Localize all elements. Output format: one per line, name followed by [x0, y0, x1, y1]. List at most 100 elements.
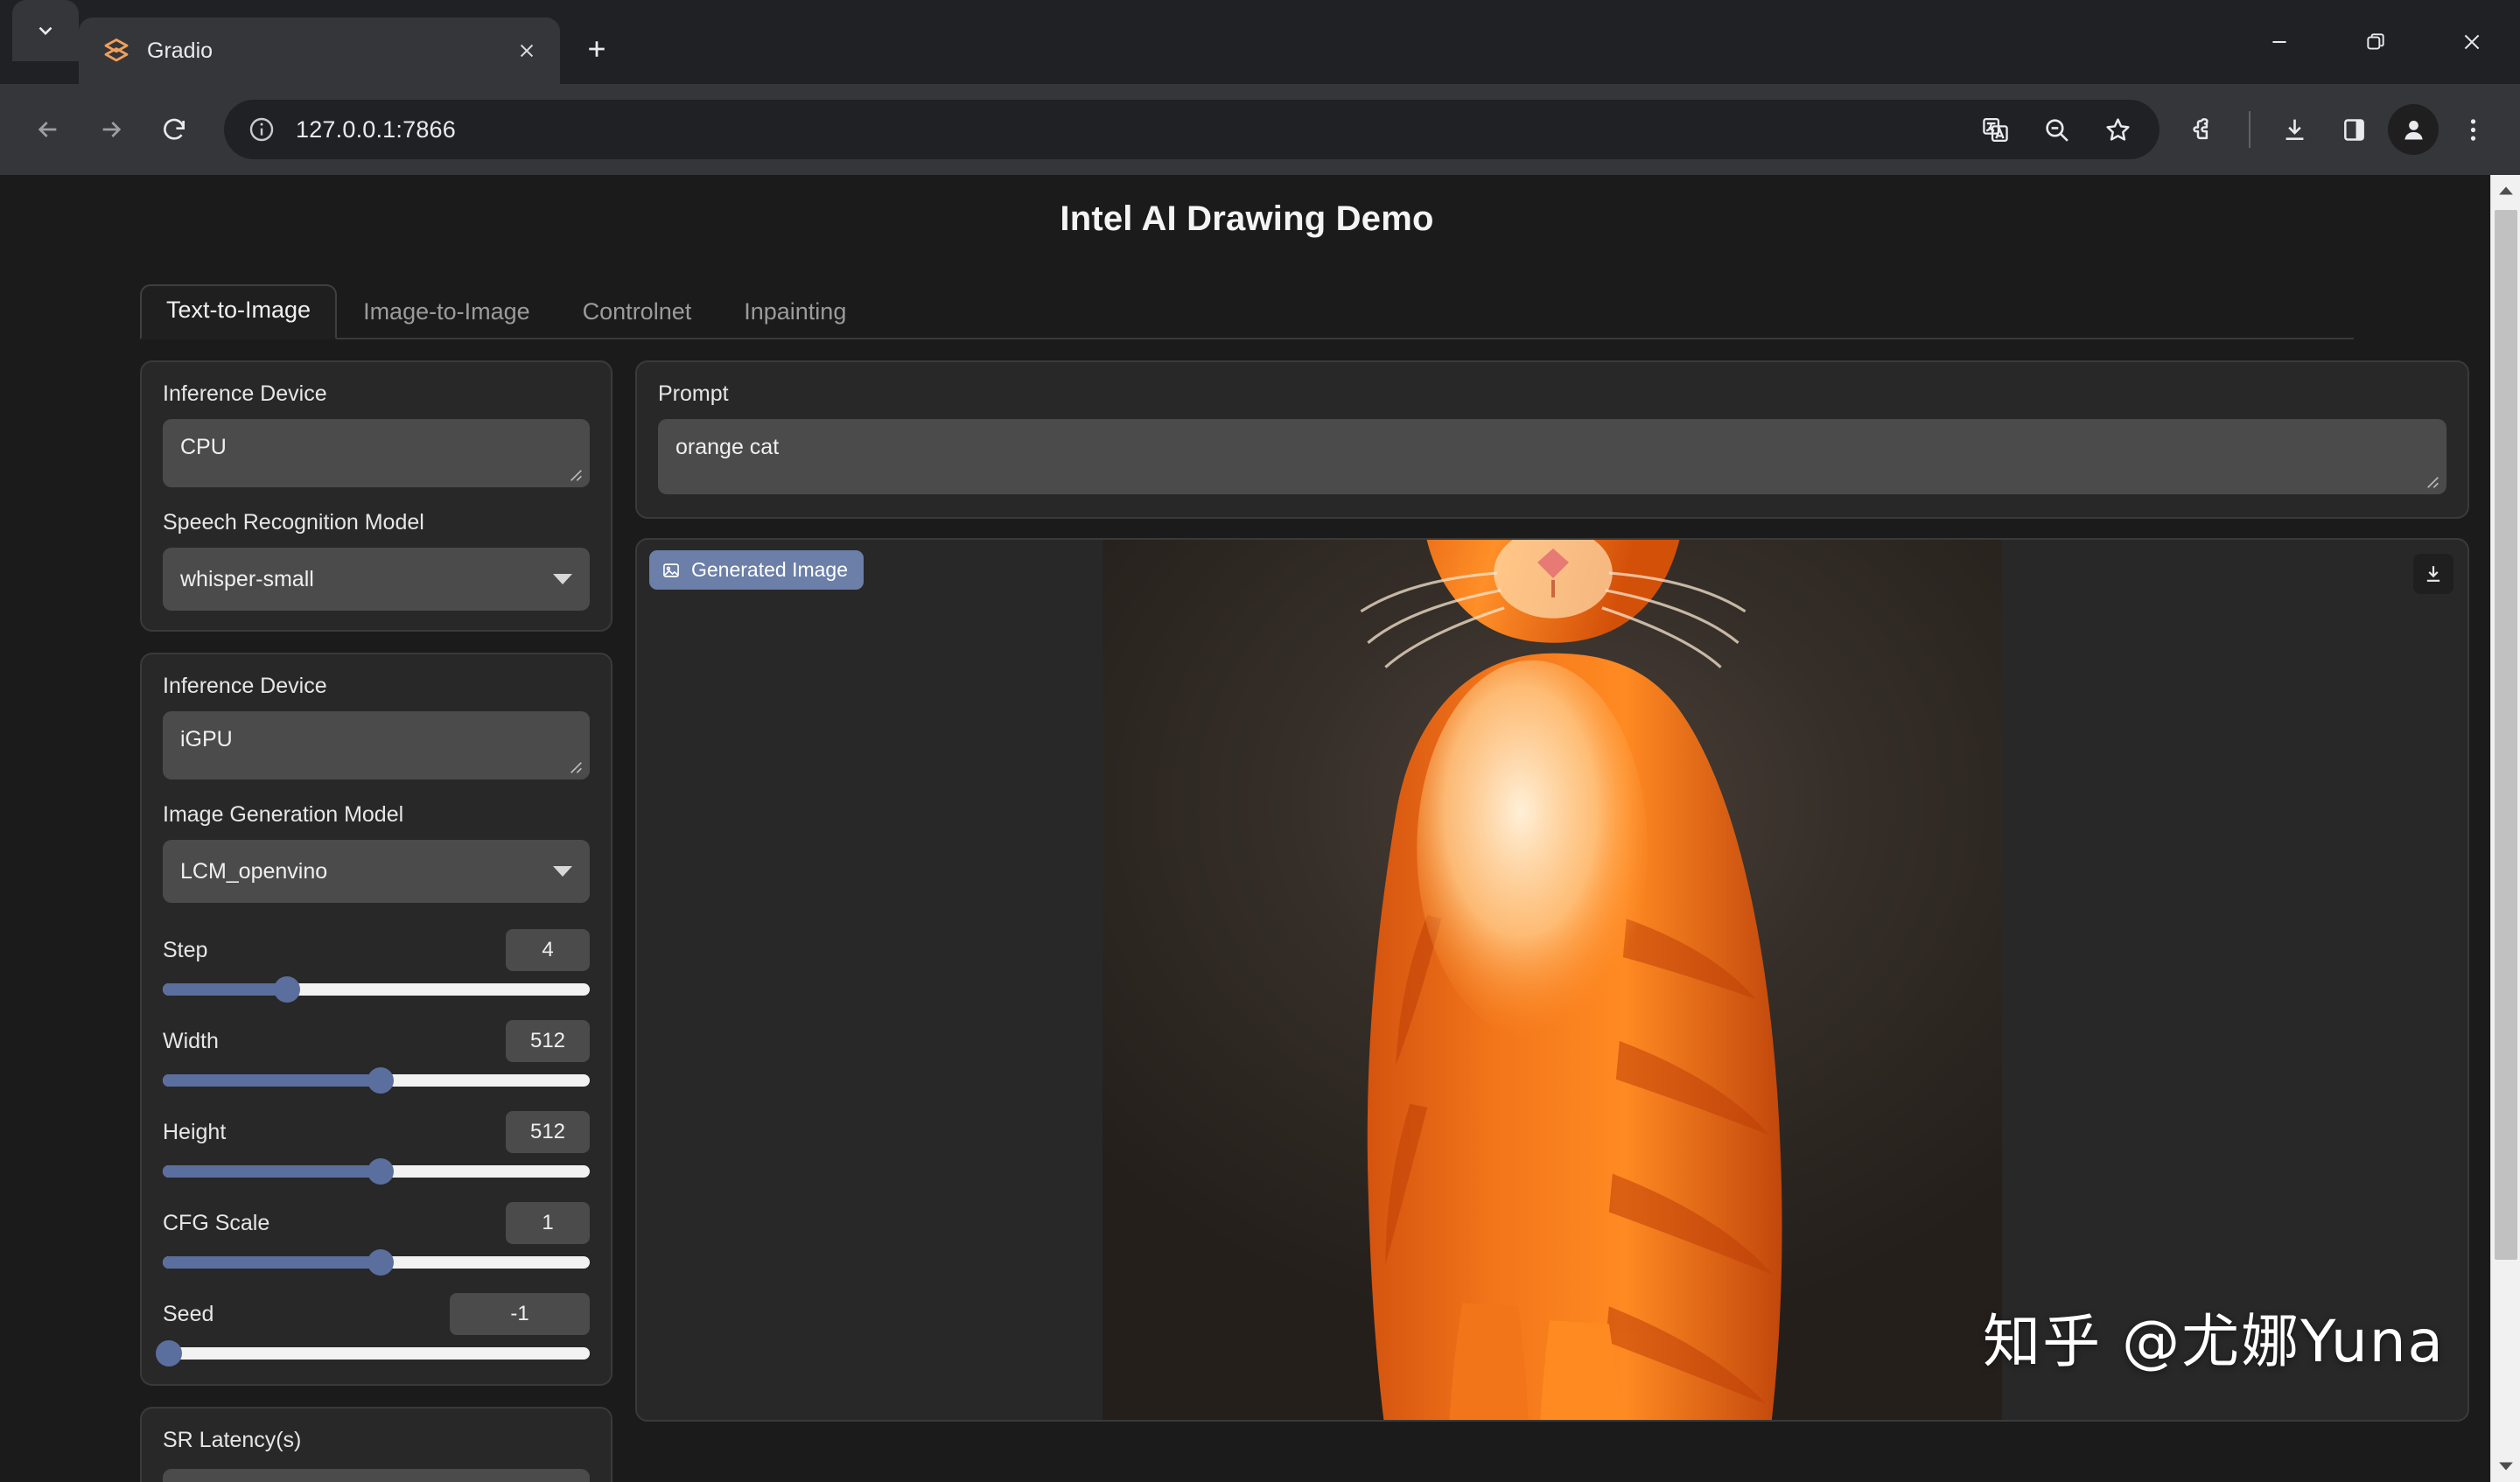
bookmark-button[interactable]	[2091, 103, 2144, 156]
slider-width-head: Width 512	[163, 1020, 590, 1062]
slider-height-track[interactable]	[163, 1158, 590, 1185]
slider-step-value[interactable]: 4	[506, 929, 590, 971]
slider-width-value[interactable]: 512	[506, 1020, 590, 1062]
gen-model-value: LCM_openvino	[180, 858, 328, 884]
gradio-app: Intel AI Drawing Demo Text-to-Image Imag…	[0, 175, 2494, 1482]
slider-step-fill	[163, 983, 287, 996]
sr-latency-value[interactable]	[163, 1469, 590, 1482]
minimize-button[interactable]	[2231, 0, 2328, 84]
image-stage	[637, 540, 2468, 1420]
browser-tab-gradio[interactable]: Gradio	[79, 17, 560, 84]
slider-height: Height 512	[163, 1111, 590, 1185]
slider-width: Width 512	[163, 1020, 590, 1094]
back-button[interactable]	[19, 101, 77, 158]
chevron-down-icon	[38, 26, 52, 36]
generated-image-badge: Generated Image	[649, 550, 864, 590]
download-image-button[interactable]	[2413, 554, 2454, 594]
gen-device-input[interactable]: iGPU	[163, 711, 590, 779]
profile-button[interactable]	[2385, 101, 2441, 157]
cat-illustration	[1360, 540, 1782, 1420]
scrollbar-up-button[interactable]	[2491, 175, 2520, 206]
prompt-input[interactable]: orange cat	[658, 419, 2446, 494]
avatar-icon	[2404, 120, 2423, 139]
slider-height-knob[interactable]	[367, 1158, 394, 1185]
download-icon	[2286, 119, 2303, 140]
scrollbar-down-button[interactable]	[2491, 1451, 2520, 1482]
scrollbar-thumb[interactable]	[2495, 210, 2517, 1260]
slider-seed-head: Seed -1	[163, 1293, 590, 1335]
url-text: 127.0.0.1:7866	[296, 115, 456, 143]
slider-cfg-scale: CFG Scale 1	[163, 1202, 590, 1276]
gen-device-field-wrap: iGPU	[163, 711, 590, 779]
slider-cfg-scale-knob[interactable]	[367, 1249, 394, 1276]
close-window-button[interactable]	[2424, 0, 2520, 84]
side-panel-button[interactable]	[2326, 101, 2382, 157]
sr-device-input[interactable]: CPU	[163, 419, 590, 487]
slider-seed-value[interactable]: -1	[450, 1293, 590, 1335]
slider-step-knob[interactable]	[273, 976, 300, 1003]
slider-seed-track[interactable]	[156, 1340, 590, 1367]
chevron-down-icon	[553, 866, 572, 877]
slider-cfg-scale-label: CFG Scale	[163, 1210, 270, 1235]
translate-button[interactable]	[1969, 103, 2021, 156]
zoom-out-icon	[2045, 118, 2068, 142]
gen-model-dropdown[interactable]: LCM_openvino	[163, 840, 590, 903]
reload-button[interactable]	[145, 101, 203, 158]
slider-seed-label: Seed	[163, 1301, 214, 1326]
toolbar-right-actions	[2177, 101, 2501, 157]
star-icon	[2105, 117, 2130, 141]
slider-step-track[interactable]	[163, 976, 590, 1003]
site-info-button[interactable]	[243, 111, 280, 148]
page-scrollbar[interactable]	[2490, 175, 2520, 1482]
slider-cfg-scale-track[interactable]	[163, 1249, 590, 1276]
slider-width-track[interactable]	[163, 1067, 590, 1094]
toolbar-divider	[2249, 111, 2250, 148]
restore-icon	[2367, 33, 2384, 50]
sr-device-field-wrap: CPU	[163, 419, 590, 487]
prompt-field-wrap: orange cat	[658, 419, 2446, 494]
slider-height-head: Height 512	[163, 1111, 590, 1153]
sr-latency-label: SR Latency(s)	[163, 1428, 302, 1452]
download-icon	[2426, 566, 2440, 582]
arrow-left-icon	[38, 122, 57, 137]
browser-window: Gradio 127.0.0.1:7866 Intel AI Drawing D…	[0, 0, 2520, 1482]
slider-step: Step 4	[163, 929, 590, 1003]
slider-cfg-scale-fill	[163, 1256, 381, 1269]
tab-image-to-image[interactable]: Image-to-Image	[337, 286, 556, 339]
slider-seed-knob[interactable]	[156, 1340, 183, 1367]
tab-search-button[interactable]	[12, 0, 79, 61]
new-tab-button[interactable]	[572, 24, 621, 73]
gradio-tab-bar: Text-to-Image Image-to-Image Controlnet …	[140, 284, 2494, 339]
generated-image[interactable]	[1102, 540, 2002, 1420]
slider-step-label: Step	[163, 937, 208, 962]
slider-cfg-scale-head: CFG Scale 1	[163, 1202, 590, 1244]
tab-close-button[interactable]	[509, 33, 544, 68]
slider-cfg-scale-value[interactable]: 1	[506, 1202, 590, 1244]
extensions-button[interactable]	[2177, 101, 2233, 157]
side-panel-icon	[2343, 118, 2364, 141]
tab-inpainting[interactable]: Inpainting	[718, 286, 872, 339]
reload-icon	[164, 118, 185, 140]
slider-step-head: Step 4	[163, 929, 590, 971]
browser-menu-button[interactable]	[2445, 101, 2501, 157]
generated-image-badge-label: Generated Image	[691, 558, 849, 581]
maximize-button[interactable]	[2328, 0, 2424, 84]
address-bar[interactable]: 127.0.0.1:7866	[224, 100, 2160, 159]
forward-button[interactable]	[82, 101, 140, 158]
tab-title: Gradio	[147, 38, 214, 63]
chevron-down-icon	[553, 574, 572, 584]
tab-text-to-image[interactable]: Text-to-Image	[140, 284, 338, 339]
downloads-button[interactable]	[2266, 101, 2322, 157]
zoom-out-button[interactable]	[2030, 103, 2082, 156]
sr-model-dropdown[interactable]: whisper-small	[163, 548, 590, 611]
slider-height-value[interactable]: 512	[506, 1111, 590, 1153]
sr-model-value: whisper-small	[180, 566, 314, 591]
tab-controlnet[interactable]: Controlnet	[556, 286, 718, 339]
slider-height-fill	[163, 1165, 381, 1178]
slider-width-fill	[163, 1074, 381, 1087]
info-circle-icon	[249, 117, 274, 142]
slider-width-knob[interactable]	[367, 1067, 394, 1094]
generated-image-panel: Generated Image	[635, 538, 2469, 1422]
slider-height-label: Height	[163, 1119, 227, 1144]
watermark: 知乎 @尤娜Yuna	[1983, 1308, 2445, 1375]
